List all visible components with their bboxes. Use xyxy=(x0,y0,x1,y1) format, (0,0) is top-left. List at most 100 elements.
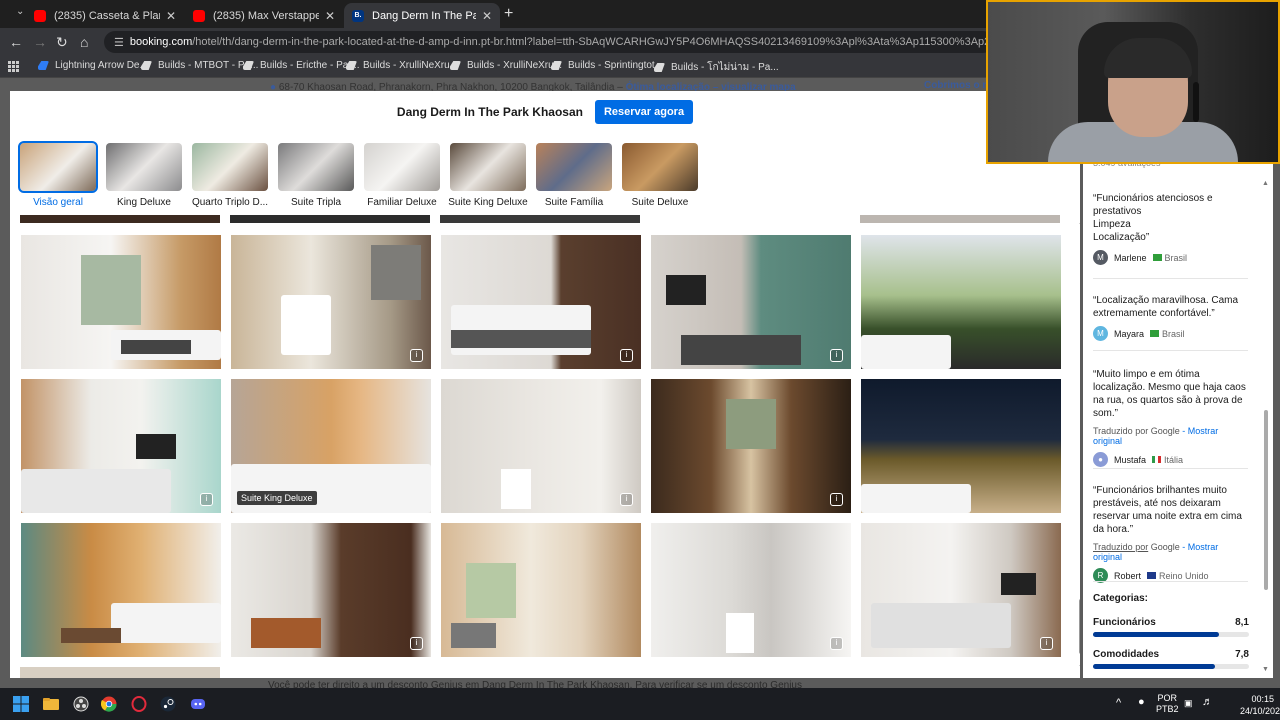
gallery-scrollbar[interactable]: ▲ ▼ xyxy=(1078,219,1080,674)
sidebar-scrollbar[interactable]: ▲ ▼ xyxy=(1262,180,1270,678)
tab-suite-triple[interactable]: Suite Tripla xyxy=(278,143,354,213)
photo-partial[interactable] xyxy=(230,215,430,223)
hover-caption: Suite King Deluxe xyxy=(237,491,317,505)
bookmark-item[interactable]: Builds - XrulliNeXru... xyxy=(450,60,562,71)
clock-date: 24/10/2025 xyxy=(1240,706,1280,716)
info-icon[interactable]: i xyxy=(1040,637,1053,650)
photo-partial[interactable] xyxy=(860,215,1060,223)
browser-tab-1[interactable]: (2835) Casseta & Planeta Urgen ✕ xyxy=(26,3,184,28)
bookmark-item[interactable]: Builds - โกไม่น่าม - Pa... xyxy=(654,60,779,75)
photo-partial[interactable] xyxy=(440,215,640,223)
tray-overflow-icon[interactable]: ^ xyxy=(1116,698,1121,709)
info-icon[interactable]: i xyxy=(830,349,843,362)
reload-icon[interactable]: ↻ xyxy=(56,34,68,51)
info-icon[interactable]: i xyxy=(410,349,423,362)
photo-thumbnail[interactable] xyxy=(21,523,221,657)
score-bar xyxy=(1093,632,1249,637)
opera-gx-icon[interactable] xyxy=(131,696,147,712)
windows-start-icon[interactable] xyxy=(13,696,29,712)
apps-icon[interactable] xyxy=(8,61,19,72)
photo-thumbnail[interactable] xyxy=(441,523,641,657)
discord-icon[interactable] xyxy=(190,696,206,712)
photo-thumbnail[interactable]: i xyxy=(441,235,641,369)
photo-thumbnail[interactable]: i xyxy=(861,523,1061,657)
microphone-icon[interactable]: ● xyxy=(1138,697,1145,708)
review-quote: “Muito limpo e em ótima localização. Mes… xyxy=(1093,369,1246,419)
browser-tab-active[interactable]: B. Dang Derm In The Park Khaosan ✕ xyxy=(344,3,500,28)
volume-icon[interactable]: ♬ xyxy=(1202,697,1213,708)
photo-thumbnail[interactable]: i xyxy=(651,523,851,657)
photo-thumbnail[interactable]: i xyxy=(651,379,851,513)
tab-triple-deluxe[interactable]: Quarto Triplo D... xyxy=(192,143,268,213)
photo-partial[interactable] xyxy=(20,215,220,223)
close-tab-icon[interactable]: ✕ xyxy=(166,9,176,23)
scrollbar-thumb[interactable] xyxy=(1079,599,1080,654)
tab-suite-king-deluxe[interactable]: Suite King Deluxe xyxy=(448,143,528,213)
bookmark-item[interactable]: Builds - XrulliNeXru... xyxy=(346,60,458,71)
bookmark-label: Builds - Ericthe - Pat... xyxy=(260,60,360,71)
scroll-up-icon[interactable]: ▲ xyxy=(1262,180,1269,187)
file-explorer-icon[interactable] xyxy=(43,696,59,712)
bookmark-item[interactable]: Builds - Ericthe - Pat... xyxy=(243,60,359,71)
bed-runner xyxy=(681,335,801,365)
info-icon[interactable]: i xyxy=(620,349,633,362)
info-icon[interactable]: i xyxy=(200,493,213,506)
close-tab-icon[interactable]: ✕ xyxy=(325,9,335,23)
input-language[interactable]: POR PTB2 xyxy=(1156,693,1179,715)
tab-title: (2835) Casseta & Planeta Urgen xyxy=(54,9,160,22)
table xyxy=(61,628,121,643)
photo-thumbnail[interactable]: i xyxy=(231,523,431,657)
steam-icon[interactable] xyxy=(160,696,176,712)
tab-king-deluxe[interactable]: King Deluxe xyxy=(106,143,182,213)
photo-thumbnail[interactable]: i xyxy=(21,379,221,513)
tab-overview[interactable]: Visão geral xyxy=(18,141,98,213)
obs-icon[interactable] xyxy=(73,696,89,712)
address-bar[interactable]: ☰ booking.com /hotel/th/dang-derm-in-the… xyxy=(104,31,994,53)
info-icon[interactable]: i xyxy=(620,493,633,506)
bookmark-item[interactable]: Builds - MTBOT - Pa... xyxy=(141,60,258,71)
photo-thumbnail[interactable]: i xyxy=(651,235,851,369)
browser-tab-2[interactable]: (2835) Max Verstappen Finds H ✕ xyxy=(185,3,343,28)
info-icon[interactable]: i xyxy=(410,637,423,650)
photo-thumbnail[interactable] xyxy=(861,379,1061,513)
photo-thumbnail[interactable] xyxy=(21,235,221,369)
scroll-down-icon[interactable]: ▼ xyxy=(1262,666,1269,673)
back-icon[interactable]: ← xyxy=(9,34,23,50)
photo-partial[interactable] xyxy=(20,667,220,678)
brazil-flag-icon xyxy=(1150,330,1160,337)
tab-family-deluxe[interactable]: Familiar Deluxe xyxy=(364,143,440,213)
review-card: “Muito limpo e em ótima localização. Mes… xyxy=(1093,368,1248,467)
bookmark-item[interactable]: Lightning Arrow De... xyxy=(38,60,148,71)
bookmark-icon xyxy=(450,61,461,70)
network-icon[interactable]: ▣ xyxy=(1184,698,1193,709)
photo-thumbnail[interactable]: i xyxy=(441,379,641,513)
bookmark-item[interactable]: Builds - Sprintingtot... xyxy=(551,60,663,71)
close-tab-icon[interactable]: ✕ xyxy=(482,9,492,23)
scroll-down-icon[interactable]: ▼ xyxy=(1078,664,1080,671)
price-match-text: Cobrimos o m xyxy=(924,80,992,91)
bed xyxy=(231,464,431,513)
category-staff: Funcionários 8,1 xyxy=(1093,617,1249,637)
review-card: “Funcionários brilhantes muito prestávei… xyxy=(1093,484,1248,583)
scroll-up-icon[interactable]: ▲ xyxy=(1078,219,1080,226)
site-info-icon[interactable]: ☰ xyxy=(114,36,124,49)
home-icon[interactable]: ⌂ xyxy=(80,34,88,50)
forward-icon[interactable]: → xyxy=(33,34,47,50)
tab-search-icon[interactable]: ⌄ xyxy=(16,6,24,17)
tab-suite-deluxe[interactable]: Suite Deluxe xyxy=(622,143,698,213)
photo-thumbnail[interactable] xyxy=(861,235,1061,369)
info-icon[interactable]: i xyxy=(830,493,843,506)
photo-thumbnail[interactable]: i xyxy=(231,235,431,369)
tab-thumbnail xyxy=(18,141,98,193)
scrollbar-thumb[interactable] xyxy=(1264,410,1268,590)
reserve-now-button[interactable]: Reservar agora xyxy=(594,100,694,124)
photo-thumbnail[interactable]: Suite King Deluxe xyxy=(231,379,431,513)
info-icon[interactable]: i xyxy=(830,637,843,650)
system-clock[interactable]: 00:15 24/10/2025 xyxy=(1240,693,1280,717)
tab-suite-family[interactable]: Suite Família xyxy=(536,143,612,213)
score-bar xyxy=(1093,664,1249,669)
chrome-icon[interactable] xyxy=(101,696,117,712)
review-card: “Localização maravilhosa. Cama extremame… xyxy=(1093,294,1248,341)
new-tab-button[interactable]: + xyxy=(504,5,513,23)
review-quote: “Funcionários brilhantes muito prestávei… xyxy=(1093,485,1242,535)
